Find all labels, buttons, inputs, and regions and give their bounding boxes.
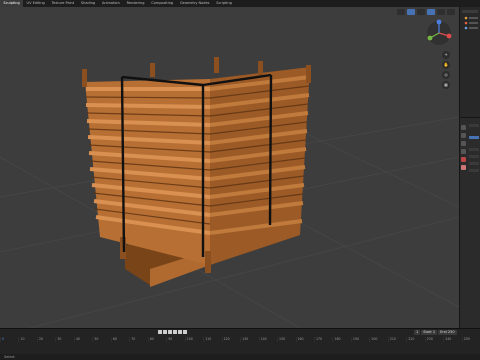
workspace-tab[interactable]: Sculpting <box>0 0 24 7</box>
play-reverse-icon[interactable] <box>168 330 172 334</box>
timeline-tick: 30 <box>55 337 73 342</box>
timeline-ruler[interactable]: 0 10 20 30 40 50 60 70 80 90 100 110 120 130 140 150 160… <box>0 337 480 342</box>
timeline-tick: 220 <box>406 337 424 342</box>
workspace-tab[interactable]: Animation <box>99 0 124 7</box>
viewport-scene <box>0 57 459 328</box>
timeline-tick: 130 <box>240 337 258 342</box>
timeline-tick: 0 <box>0 337 18 342</box>
perspective-toggle-icon[interactable]: ▦ <box>442 81 450 89</box>
pan-hand-icon[interactable]: ✋ <box>442 61 450 69</box>
timeline-panel[interactable]: 1 Start 1 End 250 0 10 20 30 40 50 60 70 80 90 100 11… <box>0 328 480 355</box>
workspace-tab[interactable]: UV Editing <box>23 0 48 7</box>
timeline-tick: 100 <box>184 337 203 342</box>
timeline-tick: 170 <box>313 337 332 342</box>
workspace-tab[interactable]: Shading <box>78 0 99 7</box>
jump-start-icon[interactable] <box>158 330 162 334</box>
timeline-tick: 110 <box>203 337 221 342</box>
viewport-shading-rendered[interactable] <box>447 8 455 15</box>
workspace-tab[interactable]: Geometry Nodes <box>177 0 213 7</box>
timeline-tick: 20 <box>36 337 55 342</box>
viewport-gizmo-button[interactable] <box>407 8 415 15</box>
scene-tab-icon[interactable] <box>461 149 466 154</box>
timeline-tick: 70 <box>129 337 147 342</box>
status-text: Select <box>4 355 15 359</box>
timeline-tick: 120 <box>221 337 240 342</box>
play-icon[interactable] <box>173 330 177 334</box>
playback-controls <box>158 330 187 334</box>
render-tab-icon[interactable] <box>461 133 466 138</box>
world-tab-icon[interactable] <box>461 157 466 162</box>
outliner-tree <box>462 10 478 30</box>
zoom-icon[interactable]: + <box>442 51 450 59</box>
timeline-tick: 200 <box>369 337 387 342</box>
frame-field[interactable]: Start 1 <box>421 330 438 335</box>
jump-end-icon[interactable] <box>183 330 187 334</box>
timeline-tick: 230 <box>424 337 443 342</box>
timeline-tick: 150 <box>277 337 295 342</box>
timeline-header <box>0 329 480 336</box>
workspace-tab-bar: Sculpting UV Editing Texture Paint Shading A… <box>0 0 480 7</box>
viewport-shading-material[interactable] <box>437 8 445 15</box>
navigation-gizmo[interactable] <box>425 19 453 47</box>
timeline-tick: 180 <box>332 337 350 342</box>
frame-field[interactable]: 1 <box>414 330 421 335</box>
status-bar: Select <box>0 354 480 360</box>
workspace-tab[interactable]: Scripting <box>213 0 235 7</box>
timeline-tick: 240 <box>443 337 461 342</box>
timeline-tick: 210 <box>387 337 406 342</box>
tool-tab-icon[interactable] <box>461 125 466 130</box>
frame-range: 1 Start 1 End 250 <box>414 330 457 335</box>
timeline-tick: 40 <box>73 337 92 342</box>
camera-view-icon[interactable]: ◎ <box>442 71 450 79</box>
viewport-header <box>0 7 459 16</box>
frame-field[interactable]: End 250 <box>438 330 457 335</box>
output-tab-icon[interactable] <box>461 141 466 146</box>
workspace-tab[interactable]: Texture Paint <box>48 0 77 7</box>
crate-stack-model <box>82 57 311 287</box>
viewport-shading-wireframe[interactable] <box>417 8 425 15</box>
timeline-tick: 50 <box>92 337 110 342</box>
timeline-tick: 160 <box>295 337 314 342</box>
timeline-tick: 60 <box>110 337 129 342</box>
workspace-tab[interactable]: Rendering <box>123 0 148 7</box>
timeline-tick: 190 <box>350 337 369 342</box>
timeline-tick: 140 <box>258 337 277 342</box>
properties-tab-column <box>461 125 467 170</box>
timeline-tick: 10 <box>18 337 36 342</box>
3d-viewport[interactable]: + ✋ ◎ ▦ <box>0 7 459 328</box>
timeline-tick: 80 <box>147 337 166 342</box>
next-keyframe-icon[interactable] <box>178 330 182 334</box>
viewport-shading-solid[interactable] <box>427 8 435 15</box>
workspace-tab[interactable]: Compositing <box>148 0 177 7</box>
object-tab-icon[interactable] <box>461 165 466 170</box>
outliner-panel[interactable] <box>459 7 480 117</box>
prev-keyframe-icon[interactable] <box>163 330 167 334</box>
timeline-tick: 250 <box>461 337 480 342</box>
timeline-tick: 90 <box>166 337 184 342</box>
viewport-overlay-button[interactable] <box>397 8 405 15</box>
